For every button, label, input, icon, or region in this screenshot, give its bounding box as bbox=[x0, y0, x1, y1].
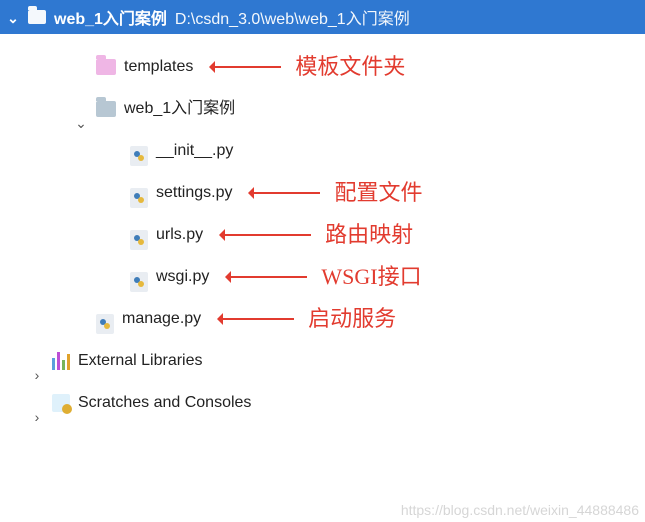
tree-label: External Libraries bbox=[78, 340, 203, 382]
tree-item-project[interactable]: web_1入门案例 bbox=[0, 88, 645, 130]
file-label: __init__.py bbox=[156, 130, 233, 172]
annotation-label: 模板文件夹 bbox=[295, 46, 405, 88]
python-file-icon bbox=[96, 309, 114, 329]
tree-item-init[interactable]: __init__.py bbox=[0, 130, 645, 172]
scratches-icon bbox=[52, 394, 70, 412]
chevron-right-icon[interactable] bbox=[30, 354, 44, 368]
annotation-label: 启动服务 bbox=[308, 298, 396, 340]
watermark: https://blog.csdn.net/weixin_44888486 bbox=[401, 502, 639, 518]
folder-icon bbox=[28, 10, 46, 24]
tree-item-templates[interactable]: templates 模板文件夹 bbox=[0, 46, 645, 88]
file-label: urls.py bbox=[156, 214, 203, 256]
libraries-icon bbox=[52, 352, 70, 370]
tree-label: Scratches and Consoles bbox=[78, 382, 251, 424]
python-file-icon bbox=[130, 225, 148, 245]
annotation-arrow-icon bbox=[211, 66, 281, 68]
tree-item-urls[interactable]: urls.py 路由映射 bbox=[0, 214, 645, 256]
chevron-down-icon[interactable] bbox=[6, 10, 20, 24]
project-root-path: D:\csdn_3.0\web\web_1入门案例 bbox=[175, 5, 410, 29]
folder-icon bbox=[96, 101, 116, 117]
file-label: settings.py bbox=[156, 172, 232, 214]
folder-icon bbox=[96, 59, 116, 75]
tree-item-external-libraries[interactable]: External Libraries bbox=[0, 340, 645, 382]
annotation-label: 路由映射 bbox=[325, 214, 413, 256]
project-tree: templates 模板文件夹 web_1入门案例 __init__.py se… bbox=[0, 34, 645, 424]
file-label: manage.py bbox=[122, 298, 201, 340]
python-file-icon bbox=[130, 183, 148, 203]
python-file-icon bbox=[130, 267, 148, 287]
annotation-arrow-icon bbox=[227, 276, 307, 278]
chevron-none-icon bbox=[74, 312, 88, 326]
chevron-none-icon bbox=[74, 60, 88, 74]
tree-item-wsgi[interactable]: wsgi.py WSGI接口 bbox=[0, 256, 645, 298]
folder-label: templates bbox=[124, 46, 193, 88]
annotation-label: 配置文件 bbox=[334, 172, 422, 214]
tree-item-scratches[interactable]: Scratches and Consoles bbox=[0, 382, 645, 424]
annotation-arrow-icon bbox=[250, 192, 320, 194]
folder-label: web_1入门案例 bbox=[124, 88, 235, 130]
annotation-arrow-icon bbox=[221, 234, 311, 236]
project-root-header[interactable]: web_1入门案例 D:\csdn_3.0\web\web_1入门案例 bbox=[0, 0, 645, 34]
tree-item-settings[interactable]: settings.py 配置文件 bbox=[0, 172, 645, 214]
file-label: wsgi.py bbox=[156, 256, 209, 298]
annotation-label: WSGI接口 bbox=[321, 256, 421, 298]
project-root-name: web_1入门案例 bbox=[54, 5, 167, 29]
annotation-arrow-icon bbox=[219, 318, 294, 320]
chevron-down-icon[interactable] bbox=[74, 102, 88, 116]
chevron-right-icon[interactable] bbox=[30, 396, 44, 410]
tree-item-manage[interactable]: manage.py 启动服务 bbox=[0, 298, 645, 340]
python-file-icon bbox=[130, 141, 148, 161]
